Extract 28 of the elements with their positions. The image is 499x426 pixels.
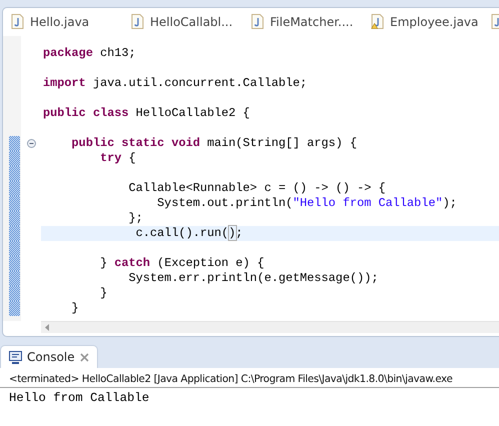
horizontal-scrollbar[interactable] [41,321,499,333]
java-file-icon [11,14,24,29]
code-line: public class HelloCallable2 { [42,106,251,121]
editor-tab[interactable]: Hello.java [3,14,123,29]
code-line: try { [99,151,137,166]
java-file-icon [131,14,144,29]
code-line: System.err.println(e.getMessage()); [128,271,380,286]
console-output: Hello from Callable [8,390,150,405]
code-line: } [99,286,108,301]
code-line: }; [128,211,144,226]
editor-tab[interactable]: FileMatcher.... [243,14,363,29]
console-tab[interactable]: Console [0,345,98,368]
code-line: } catch (Exception e) { [99,256,266,271]
editor-tab[interactable]: Employee.java [363,14,483,29]
code-line: System.out.println("Hello from Callable"); [156,196,458,211]
code-line: package ch13; [42,46,137,61]
close-icon[interactable] [80,352,89,362]
monitor-icon [9,350,22,364]
editor-tab[interactable]: HelloCallabl... [123,14,243,29]
code-line: import java.util.concurrent.Callable; [42,76,308,91]
scroll-left-icon[interactable] [45,324,49,331]
code-line: Callable<Runnable> c = () -> () -> { [128,181,387,196]
code-line: } [70,301,80,316]
java-file-warning-icon [371,14,384,29]
collapse-icon[interactable] [26,139,36,148]
console-status: <terminated> HelloCallable2 [Java Application] C:\Program Files\Java\jdk1.8.0\bin\javaw.exe [0,368,499,388]
java-file-icon [251,14,264,29]
code-line: public static void main(String[] args) { [70,136,358,151]
